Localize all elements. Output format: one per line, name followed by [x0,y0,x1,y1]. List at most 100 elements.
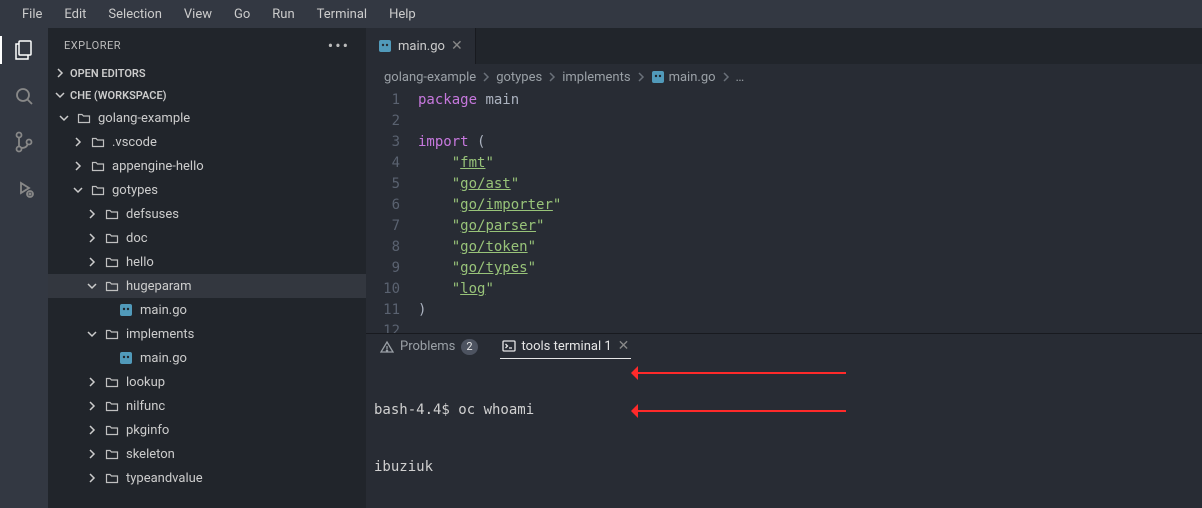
tree-folder[interactable]: golang-example [48,106,366,130]
chevron-down-icon [86,280,98,292]
menu-go[interactable]: Go [224,3,260,26]
problems-count-badge: 2 [461,339,477,355]
menu-view[interactable]: View [174,3,222,26]
tree-label: nilfunc [126,399,165,414]
folder-icon [104,375,120,389]
sidebar: EXPLORER ••• OPEN EDITORS CHE (WORKSPACE… [48,28,366,508]
chevron-down-icon [54,89,66,101]
chevron-right-icon [720,71,732,83]
breadcrumb-item[interactable]: main.go [651,70,716,85]
code-editor[interactable]: 123456789101112 package main import ( "f… [366,90,1202,333]
explorer-icon[interactable] [10,36,38,64]
chevron-down-icon [72,184,84,196]
folder-icon [104,423,120,437]
folder-icon [90,135,106,149]
section-workspace[interactable]: CHE (WORKSPACE) [48,84,366,106]
menu-terminal[interactable]: Terminal [307,3,377,26]
tree-folder[interactable]: implements [48,322,366,346]
tree-label: skeleton [126,447,175,462]
menu-selection[interactable]: Selection [98,3,171,26]
breadcrumbs: golang-example gotypes implements main.go … [366,64,1202,90]
debug-icon[interactable] [10,174,38,202]
chevron-right-icon [635,71,647,83]
breadcrumb-item[interactable]: implements [562,70,630,85]
tree-folder[interactable]: gotypes [48,178,366,202]
main-area: EXPLORER ••• OPEN EDITORS CHE (WORKSPACE… [0,28,1202,508]
annotation-arrow [636,410,846,412]
tree-label: typeandvalue [126,471,203,486]
tree-folder[interactable]: typeandvalue [48,466,366,490]
tree-folder[interactable]: hugeparam [48,274,366,298]
tree-folder[interactable]: lookup [48,370,366,394]
breadcrumb-item[interactable]: … [736,70,745,85]
chevron-right-icon [72,160,84,172]
breadcrumb-item[interactable]: gotypes [496,70,542,85]
tree-folder[interactable]: defsuses [48,202,366,226]
menu-help[interactable]: Help [379,3,426,26]
go-file-icon [118,303,134,317]
folder-icon [104,207,120,221]
bottom-panel: Problems 2 tools terminal 1 ✕ bash-4.4$ … [366,333,1202,508]
menubar: FileEditSelectionViewGoRunTerminalHelp [0,0,1202,28]
chevron-right-icon [86,448,98,460]
source-control-icon[interactable] [10,128,38,156]
chevron-right-icon [54,67,66,79]
tree-label: pkginfo [126,423,169,438]
tree-file[interactable]: main.go [48,346,366,370]
code-content[interactable]: package main import ( "fmt" "go/ast" "go… [418,90,1202,333]
tree-label: lookup [126,375,165,390]
menu-file[interactable]: File [12,3,52,26]
tree-label: doc [126,231,148,246]
tree-file[interactable]: main.go [48,298,366,322]
more-icon[interactable]: ••• [328,36,350,55]
tree-label: .vscode [112,135,157,150]
chevron-right-icon [546,71,558,83]
folder-icon [104,231,120,245]
tree-folder[interactable]: nilfunc [48,394,366,418]
go-file-icon [118,351,134,365]
tree-folder[interactable]: appengine-hello [48,154,366,178]
line-gutter: 123456789101112 [366,90,418,333]
tree-label: appengine-hello [112,159,204,174]
folder-icon [104,399,120,413]
chevron-right-icon [480,71,492,83]
chevron-right-icon [86,400,98,412]
tab-main-go[interactable]: main.go ✕ [366,28,476,64]
section-open-editors[interactable]: OPEN EDITORS [48,62,366,84]
annotation-arrow [636,372,846,374]
close-icon[interactable]: ✕ [451,38,463,54]
go-file-icon [378,39,392,53]
section-label: CHE (WORKSPACE) [70,89,167,102]
tree-folder[interactable]: hello [48,250,366,274]
close-icon[interactable]: ✕ [618,338,630,354]
search-icon[interactable] [10,82,38,110]
chevron-right-icon [86,256,98,268]
chevron-right-icon [72,136,84,148]
breadcrumb-item[interactable]: golang-example [384,70,476,85]
menu-run[interactable]: Run [262,3,304,26]
folder-icon [104,279,120,293]
tree-label: main.go [140,303,187,318]
tree-folder[interactable]: .vscode [48,130,366,154]
folder-icon [90,183,106,197]
terminal-line: ibuziuk [374,458,1194,477]
editor-area: main.go ✕ golang-example gotypes implement… [366,28,1202,508]
section-label: OPEN EDITORS [70,67,146,80]
chevron-right-icon [86,208,98,220]
panel-tab-label: Problems [400,339,455,354]
tree-folder[interactable]: pkginfo [48,418,366,442]
tree-label: gotypes [112,183,158,198]
chevron-down-icon [86,328,98,340]
terminal-output[interactable]: bash-4.4$ oc whoami ibuziuk bash-4.4$ ku… [366,359,1202,508]
terminal-icon [502,339,516,353]
tab-terminal[interactable]: tools terminal 1 ✕ [500,334,632,359]
tree-label: implements [126,327,194,342]
tree-folder[interactable]: skeleton [48,442,366,466]
folder-icon [90,159,106,173]
tree-label: golang-example [98,111,190,126]
panel-tab-label: tools terminal 1 [522,339,612,354]
menu-edit[interactable]: Edit [54,3,96,26]
tree-folder[interactable]: doc [48,226,366,250]
sidebar-header: EXPLORER ••• [48,28,366,62]
tab-problems[interactable]: Problems 2 [378,335,480,359]
